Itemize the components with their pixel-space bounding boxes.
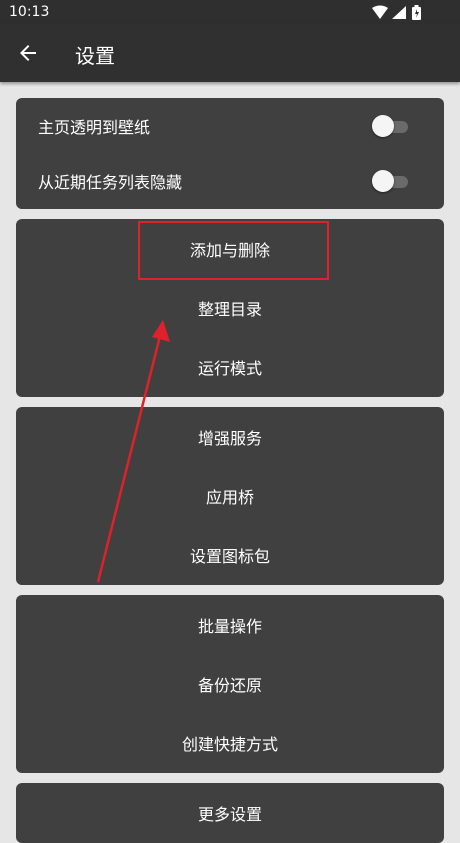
menu-item-more-settings[interactable]: 更多设置 [16,785,444,841]
toggle-settings-card: 主页透明到壁纸 从近期任务列表隐藏 [16,98,444,209]
status-time: 10:13 [9,4,50,20]
back-arrow-icon[interactable] [16,41,40,65]
toggle-row-transparent-wallpaper[interactable]: 主页透明到壁纸 [16,98,444,154]
status-bar: 10:13 [0,0,460,24]
menu-item-icon-pack[interactable]: 设置图标包 [16,527,444,583]
menu-item-organize-directory[interactable]: 整理目录 [16,280,444,336]
highlight-box [138,221,329,280]
settings-group-3: 批量操作 备份还原 创建快捷方式 [16,595,444,773]
menu-item-app-bridge[interactable]: 应用桥 [16,468,444,524]
menu-item-batch-operation[interactable]: 批量操作 [16,597,444,653]
page-title: 设置 [75,44,115,68]
toggle-label: 主页透明到壁纸 [38,118,151,137]
toggle-row-hide-from-recents[interactable]: 从近期任务列表隐藏 [16,153,444,209]
settings-group-2: 增强服务 应用桥 设置图标包 [16,407,444,585]
transparent-wallpaper-switch[interactable] [372,115,410,137]
menu-item-backup-restore[interactable]: 备份还原 [16,656,444,712]
switch-thumb [372,115,394,137]
menu-item-run-mode[interactable]: 运行模式 [16,339,444,395]
menu-item-create-shortcut[interactable]: 创建快捷方式 [16,715,444,771]
settings-group-4: 更多设置 [16,783,444,843]
menu-item-enhanced-service[interactable]: 增强服务 [16,409,444,465]
app-bar: 设置 [0,24,460,82]
switch-thumb [372,170,394,192]
status-icons [372,5,421,20]
battery-icon [412,5,421,20]
signal-icon [392,6,406,19]
hide-from-recents-switch[interactable] [372,170,410,192]
toggle-label: 从近期任务列表隐藏 [38,173,183,192]
wifi-icon [372,5,388,19]
